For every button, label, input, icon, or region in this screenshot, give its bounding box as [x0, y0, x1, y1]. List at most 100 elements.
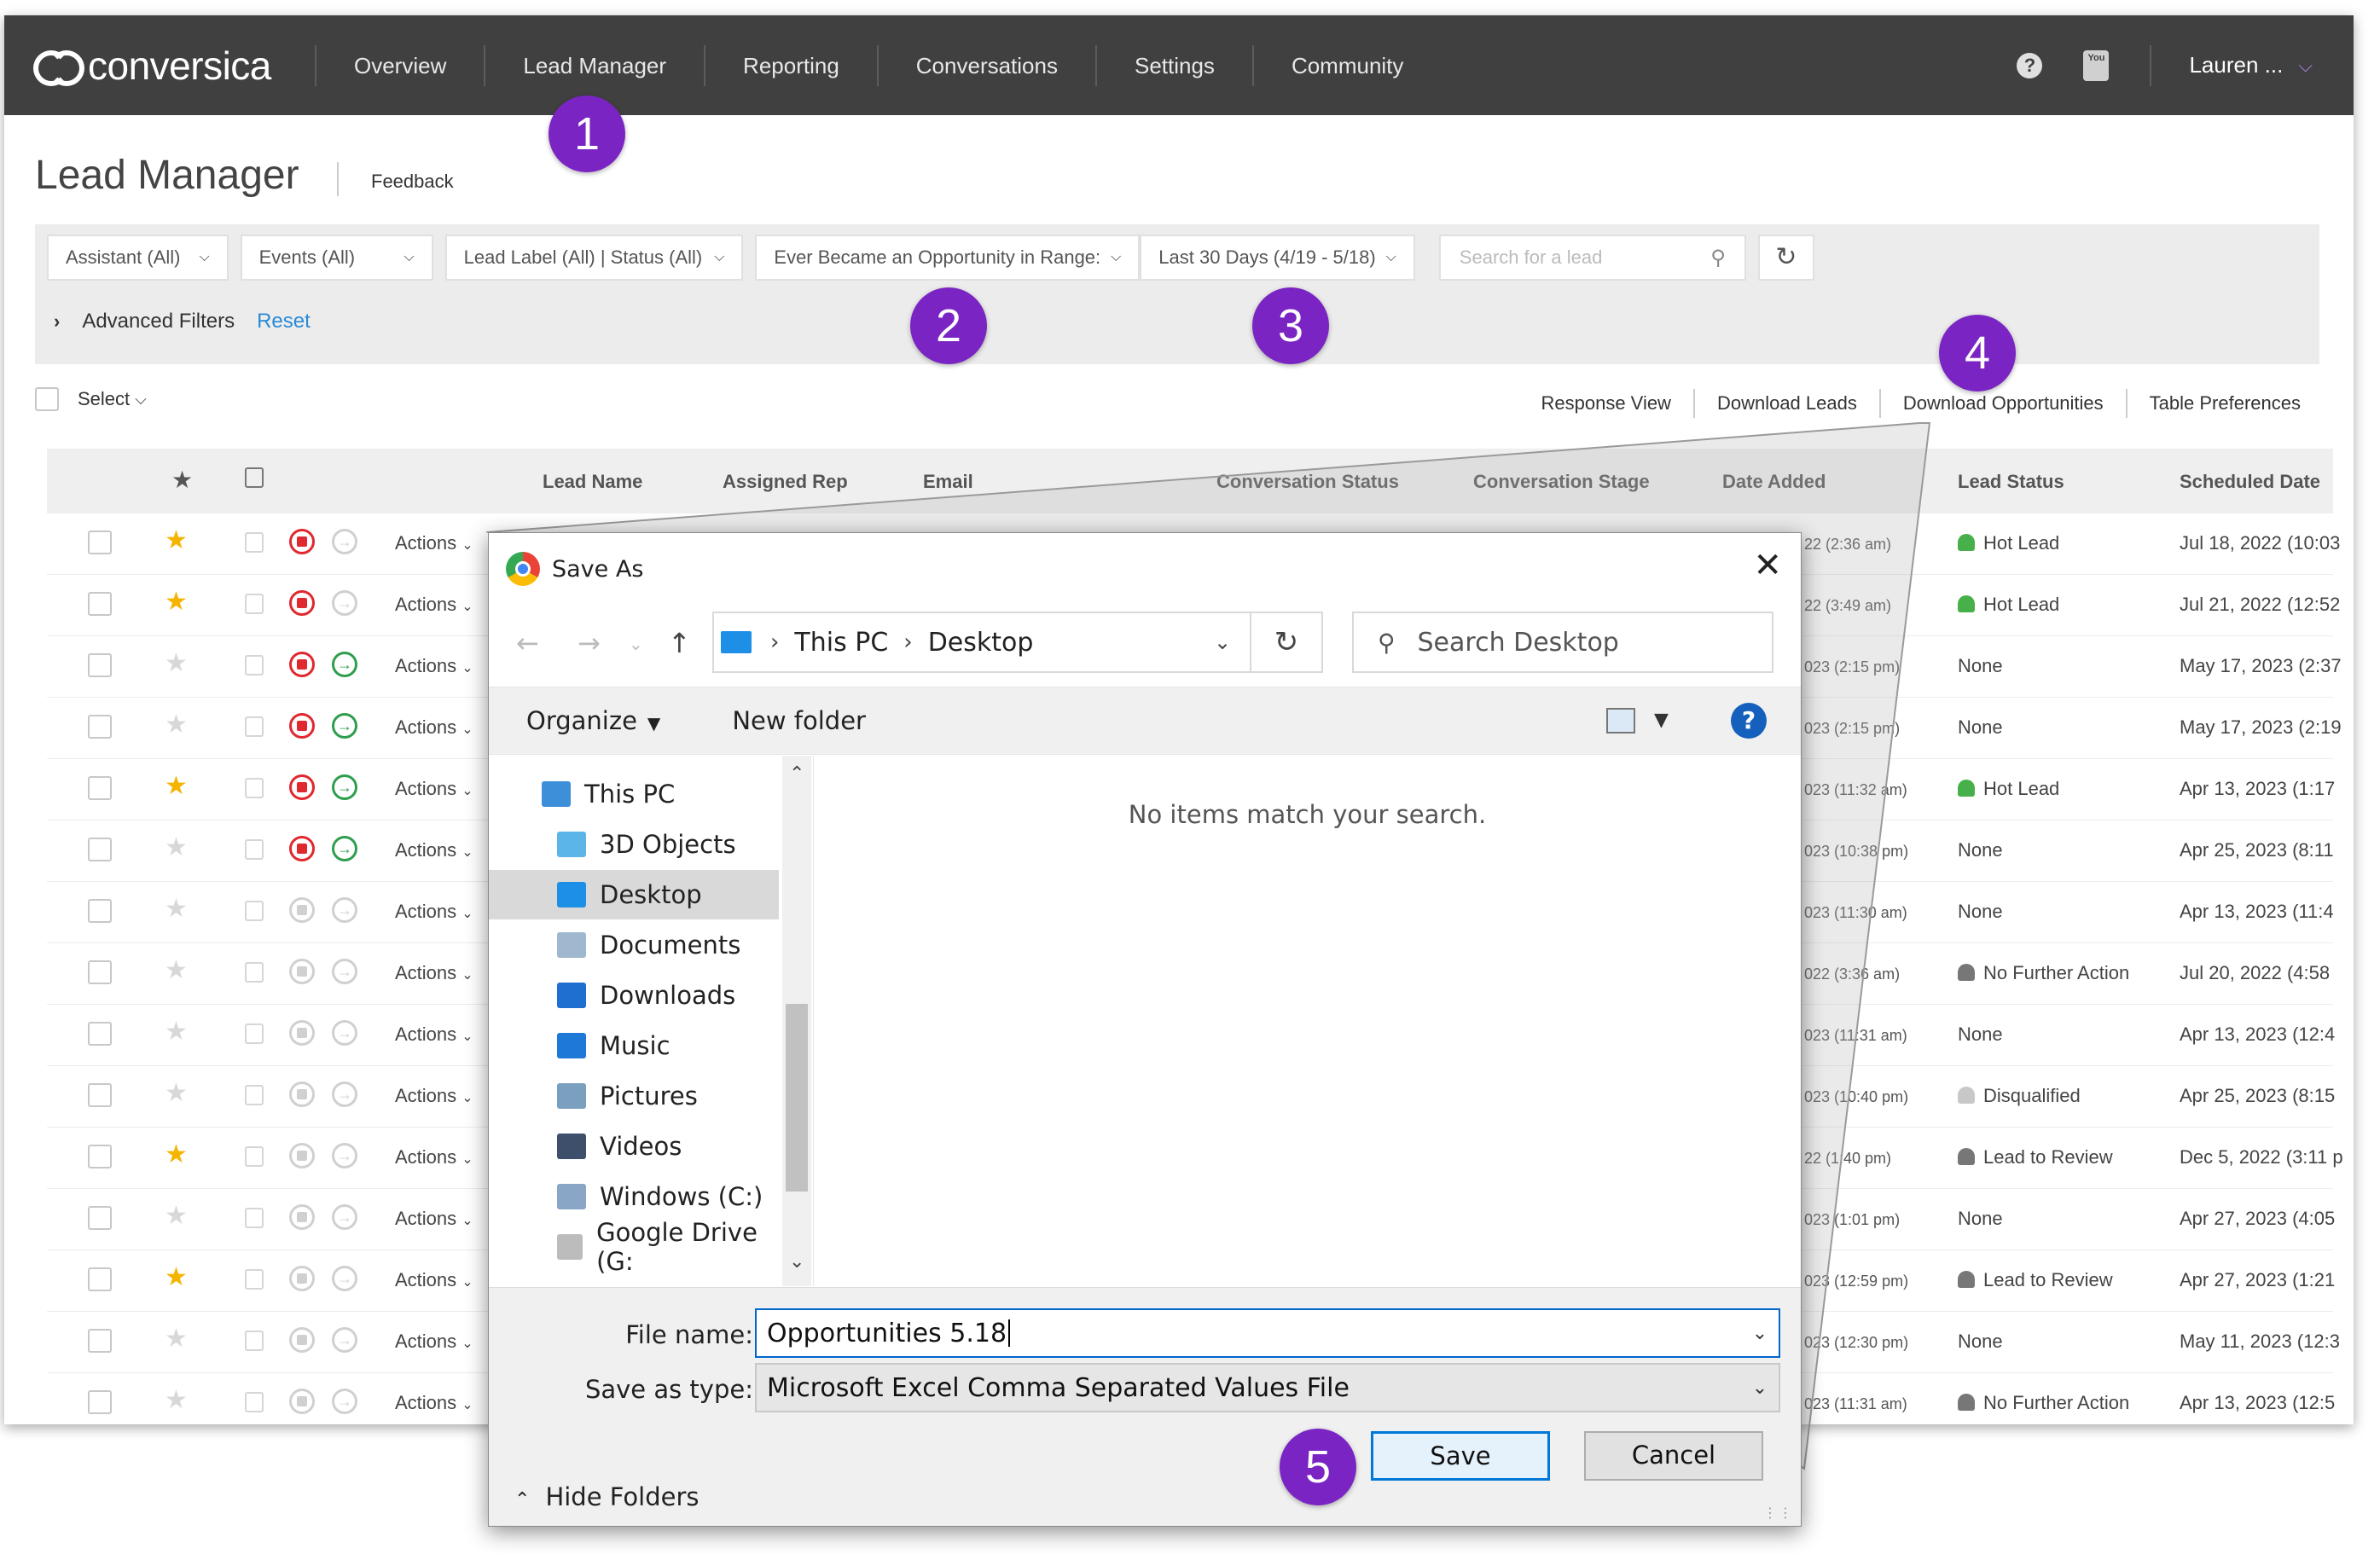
save-button[interactable]: Save [1371, 1431, 1550, 1481]
back-arrow-icon[interactable]: ← [516, 627, 539, 659]
chevron-down-icon[interactable]: ⌄ [1741, 1377, 1779, 1399]
arrow-right-icon[interactable]: → [332, 1081, 357, 1107]
events-filter[interactable]: Events (All) ⌵ [240, 235, 433, 281]
note-icon[interactable] [245, 1208, 264, 1228]
star-icon[interactable]: ★ [165, 1385, 188, 1415]
caret-down-icon[interactable]: ▼ [1654, 710, 1669, 731]
advanced-filters-toggle[interactable]: Advanced Filters [82, 310, 235, 333]
stop-icon[interactable] [289, 1389, 315, 1414]
arrow-right-icon[interactable]: → [332, 713, 357, 739]
chevron-down-icon[interactable]: ⌄ [1741, 1323, 1779, 1344]
star-column-icon[interactable]: ★ [171, 466, 193, 494]
note-icon[interactable] [245, 1023, 264, 1044]
star-icon[interactable]: ★ [165, 1324, 188, 1354]
nav-conversations[interactable]: Conversations [876, 44, 1095, 86]
star-icon[interactable]: ★ [165, 1078, 188, 1108]
arrow-right-icon[interactable]: → [332, 652, 357, 677]
address-bar[interactable]: › This PC › Desktop ⌄ [712, 612, 1251, 673]
arrow-right-icon[interactable]: → [332, 959, 357, 984]
arrow-right-icon[interactable]: → [332, 1327, 357, 1353]
actions-menu[interactable]: Actions ⌄ [395, 1023, 473, 1046]
nav-overview[interactable]: Overview [315, 44, 484, 86]
search-desktop-input[interactable]: ⚲ Search Desktop [1352, 612, 1773, 673]
youtube-icon[interactable]: You [2083, 49, 2110, 81]
nav-lead-manager[interactable]: Lead Manager [484, 44, 704, 86]
row-checkbox[interactable] [88, 1083, 112, 1107]
lead-search-input[interactable]: Search for a lead ⚲ [1438, 235, 1746, 281]
note-icon[interactable] [245, 901, 264, 921]
column-conversation-status[interactable]: Conversation Status [1216, 471, 1399, 493]
bulk-select[interactable]: Select ⌵ [35, 387, 147, 411]
actions-menu[interactable]: Actions ⌄ [395, 962, 473, 984]
note-icon[interactable] [245, 778, 264, 798]
star-icon[interactable]: ★ [165, 710, 188, 739]
cancel-button[interactable]: Cancel [1584, 1431, 1763, 1481]
view-options-icon[interactable] [1606, 708, 1635, 734]
actions-menu[interactable]: Actions ⌄ [395, 1146, 473, 1168]
stop-icon[interactable] [289, 1143, 315, 1168]
response-view-link[interactable]: Response View [1518, 389, 1692, 418]
arrow-right-icon[interactable]: → [332, 1020, 357, 1046]
star-icon[interactable]: ★ [165, 648, 188, 678]
actions-menu[interactable]: Actions ⌄ [395, 655, 473, 677]
actions-menu[interactable]: Actions ⌄ [395, 532, 473, 554]
resize-grip-icon[interactable]: ⋮⋮ [1763, 1505, 1794, 1521]
note-icon[interactable] [245, 1392, 264, 1412]
stop-icon[interactable] [289, 1266, 315, 1291]
star-icon[interactable]: ★ [165, 771, 188, 801]
arrow-right-icon[interactable]: → [332, 590, 357, 616]
feedback-link[interactable]: Feedback [371, 171, 454, 193]
actions-menu[interactable]: Actions ⌄ [395, 716, 473, 739]
opportunity-range-filter[interactable]: Ever Became an Opportunity in Range: ⌵ [755, 235, 1141, 281]
row-checkbox[interactable] [88, 715, 112, 739]
tree-item[interactable]: Pictures [489, 1071, 779, 1121]
chevron-right-icon[interactable]: › [54, 310, 60, 333]
note-icon[interactable] [245, 594, 264, 614]
note-icon[interactable] [245, 1331, 264, 1351]
file-name-field[interactable]: Opportunities 5.18 ⌄ [755, 1308, 1780, 1358]
breadcrumb-this-pc[interactable]: This PC [794, 628, 888, 658]
scroll-up-icon[interactable]: ⌃ [789, 763, 804, 785]
refresh-button[interactable]: ↻ [1251, 612, 1323, 673]
arrow-right-icon[interactable]: → [332, 529, 357, 554]
stop-icon[interactable] [289, 959, 315, 984]
note-icon[interactable] [245, 839, 264, 860]
note-column-icon[interactable] [245, 467, 264, 488]
actions-menu[interactable]: Actions ⌄ [395, 839, 473, 861]
download-opportunities-link[interactable]: Download Opportunities [1878, 389, 2126, 418]
arrow-right-icon[interactable]: → [332, 1389, 357, 1414]
stop-icon[interactable] [289, 1081, 315, 1107]
star-icon[interactable]: ★ [165, 525, 188, 555]
arrow-right-icon[interactable]: → [332, 1143, 357, 1168]
star-icon[interactable]: ★ [165, 1201, 188, 1231]
stop-icon[interactable] [289, 774, 315, 800]
stop-icon[interactable] [289, 529, 315, 554]
actions-menu[interactable]: Actions ⌄ [395, 778, 473, 800]
new-folder-button[interactable]: New folder [732, 706, 866, 735]
actions-menu[interactable]: Actions ⌄ [395, 1392, 473, 1414]
stop-icon[interactable] [289, 1327, 315, 1353]
row-checkbox[interactable] [88, 531, 112, 554]
tree-item[interactable]: Videos [489, 1122, 779, 1171]
tree-item[interactable]: Documents [489, 920, 779, 970]
date-range-filter[interactable]: Last 30 Days (4/19 - 5/18) ⌵ [1140, 235, 1415, 281]
actions-menu[interactable]: Actions ⌄ [395, 1085, 473, 1107]
row-checkbox[interactable] [88, 1267, 112, 1291]
row-checkbox[interactable] [88, 653, 112, 677]
actions-menu[interactable]: Actions ⌄ [395, 1269, 473, 1291]
note-icon[interactable] [245, 532, 264, 553]
star-icon[interactable]: ★ [165, 1139, 188, 1169]
chevron-down-icon[interactable]: ⌄ [1195, 630, 1250, 654]
star-icon[interactable]: ★ [165, 1262, 188, 1292]
chevron-down-icon[interactable]: ⌵ [135, 391, 147, 409]
row-checkbox[interactable] [88, 1022, 112, 1046]
tree-item[interactable]: Desktop [489, 870, 779, 919]
file-list-pane[interactable]: No items match your search. [813, 756, 1801, 1286]
row-checkbox[interactable] [88, 1145, 112, 1168]
select-all-checkbox[interactable] [35, 387, 59, 411]
actions-menu[interactable]: Actions ⌄ [395, 594, 473, 616]
star-icon[interactable]: ★ [165, 955, 188, 985]
actions-menu[interactable]: Actions ⌄ [395, 1208, 473, 1230]
nav-settings[interactable]: Settings [1094, 44, 1252, 86]
tree-item[interactable]: Downloads [489, 971, 779, 1020]
